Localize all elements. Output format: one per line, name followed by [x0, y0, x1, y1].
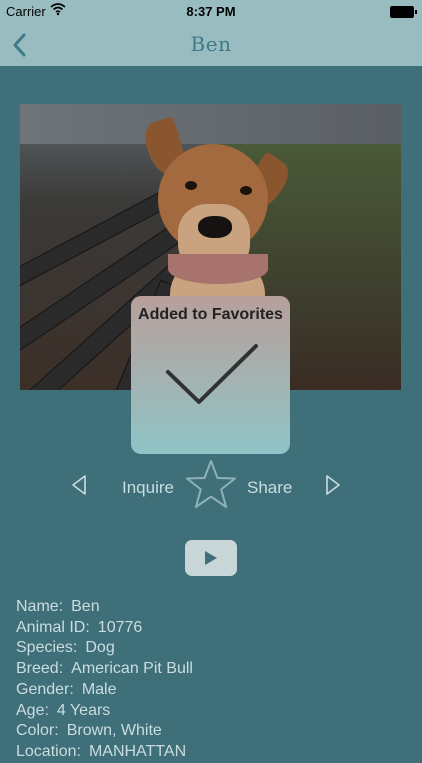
detail-label: Species: [16, 639, 78, 657]
favorites-toast: Added to Favorites [131, 296, 290, 454]
detail-value: Dog [85, 639, 115, 657]
detail-label: Location: [16, 742, 81, 760]
dog-nose [198, 216, 232, 238]
triangle-right-icon[interactable] [324, 474, 342, 501]
video-play-button[interactable] [185, 540, 237, 576]
detail-value: Brown, White [66, 722, 162, 740]
toast-message: Added to Favorites [138, 306, 283, 323]
detail-value: 4 Years [56, 701, 111, 719]
detail-label: Animal ID: [16, 618, 90, 636]
detail-row-location: Location: MANHATTAN [16, 742, 416, 763]
status-time: 8:37 PM [186, 4, 236, 19]
page-title: Ben [190, 32, 232, 56]
detail-value: Male [81, 680, 117, 698]
detail-row-color: Color: Brown, White [16, 721, 416, 742]
play-icon [205, 551, 217, 565]
detail-row-breed: Breed: American Pit Bull [16, 659, 416, 680]
star-outline-icon[interactable] [184, 458, 238, 517]
detail-row-animal-id: Animal ID: 10776 [16, 618, 416, 639]
dog-eye [240, 186, 252, 195]
dog-bandana [168, 254, 268, 284]
detail-label: Color: [16, 722, 59, 740]
detail-row-gender: Gender: Male [16, 680, 416, 701]
navigation-bar: Ben [0, 24, 422, 66]
detail-label: Gender: [16, 680, 74, 698]
detail-value: MANHATTAN [88, 742, 187, 760]
detail-value: Ben [71, 598, 100, 615]
triangle-left-icon[interactable] [70, 474, 88, 501]
detail-label: Breed: [16, 660, 64, 678]
inquire-button[interactable]: Inquire [122, 478, 174, 498]
action-row: Inquire Share [0, 458, 422, 514]
detail-label: Age: [16, 701, 49, 719]
detail-value: 10776 [97, 618, 143, 636]
share-button[interactable]: Share [247, 478, 292, 498]
status-bar: Carrier 8:37 PM [0, 0, 422, 24]
checkmark-icon [166, 344, 258, 404]
detail-label: Name: [16, 598, 64, 615]
pet-details: Name: Ben Animal ID: 10776 Species: Dog Bre… [16, 597, 416, 763]
battery-icon [390, 6, 417, 18]
detail-row-name: Name: Ben [16, 597, 416, 618]
detail-row-species: Species: Dog [16, 638, 416, 659]
detail-value: American Pit Bull [71, 660, 193, 678]
dog-eye [185, 181, 197, 190]
photo-background [20, 104, 401, 144]
detail-row-age: Age: 4 Years [16, 701, 416, 722]
